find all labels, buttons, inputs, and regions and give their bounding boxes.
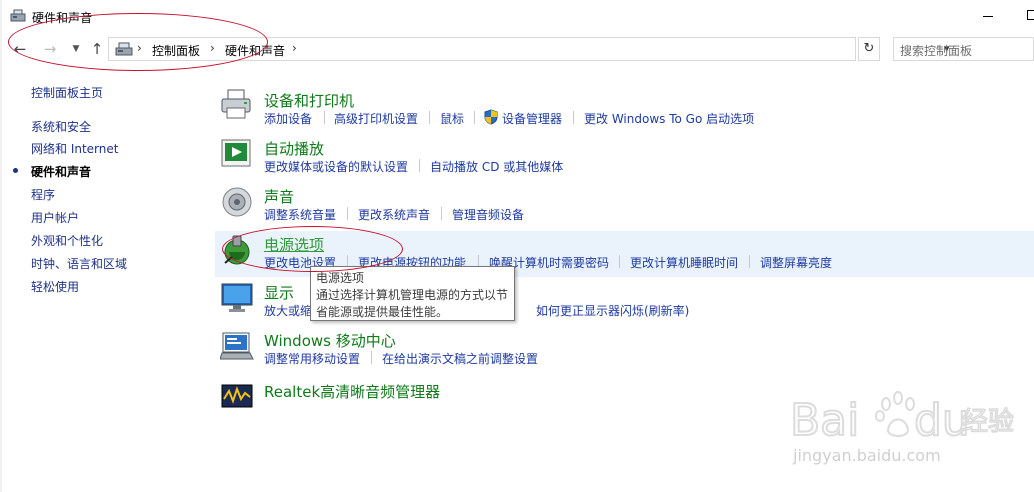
breadcrumb-control-panel[interactable]: 控制面板 [152,42,200,59]
realtek-icon [221,384,253,408]
back-arrow-icon[interactable]: ← [10,38,30,60]
chevron-right-icon[interactable]: › [137,41,142,55]
link-separator [371,351,372,364]
category-title-power-options[interactable]: 电源选项 [264,234,324,255]
sidebar-item-network[interactable]: 网络和 Internet [31,140,118,157]
link-separator [429,111,430,124]
sidebar-item-hardware-sound[interactable]: 硬件和声音 [31,163,91,180]
sidebar-item-home[interactable]: 控制面板主页 [31,84,103,101]
address-bar[interactable]: › 控制面板 › 硬件和声音 › ▾ [108,37,950,61]
tooltip-body-line1: 通过选择计算机管理电源的方式以节 [316,288,509,302]
watermark-url: jingyan.baidu.com [793,446,941,465]
up-arrow-icon[interactable]: ↑ [87,38,107,60]
forward-arrow-icon[interactable]: → [40,38,60,60]
link-change-sleep-time[interactable]: 更改计算机睡眠时间 [630,254,738,271]
mobility-center-icon [220,332,254,360]
link-device-manager[interactable]: 设备管理器 [502,110,562,127]
sidebar-item-programs[interactable]: 程序 [31,186,55,203]
tooltip-title: 电源选项 [316,271,365,285]
svg-text:经验: 经验 [962,407,1014,437]
minimize-button[interactable] [983,16,993,17]
monitor-icon [221,283,253,312]
uac-shield-icon [484,109,498,125]
link-fix-monitor-flicker[interactable]: 如何更正显示器闪烁(刷新率) [536,302,689,319]
link-separator [619,255,620,268]
link-presentation-settings[interactable]: 在给出演示文稿之前调整设置 [382,350,538,367]
chevron-right-icon[interactable]: › [210,41,215,55]
window-title: 硬件和声音 [32,11,93,25]
link-mobility-settings[interactable]: 调整常用移动设置 [264,350,360,367]
refresh-icon[interactable]: ↻ [858,37,880,61]
link-separator [324,111,325,124]
link-separator [573,111,574,124]
sidebar-item-appearance[interactable]: 外观和个性化 [31,232,103,249]
control-panel-icon [10,9,26,22]
chevron-right-icon[interactable]: › [292,41,297,55]
recent-locations-chevron-icon[interactable]: ▼ [66,38,86,60]
sidebar-item-system-security[interactable]: 系统和安全 [31,118,91,135]
sidebar-item-user-accounts[interactable]: 用户帐户 [31,209,79,226]
link-separator [419,159,420,172]
link-manage-audio-devices[interactable]: 管理音频设备 [452,206,524,223]
svg-text:Bai: Bai [790,395,859,446]
window-left-edge [0,0,2,492]
navigation-bar: ← → ▼ ↑ › 控制面板 › 硬件和声音 › ▾ ↻ 搜索控制面板 [0,36,1034,62]
sidebar-item-clock-region[interactable]: 时钟、语言和区域 [31,255,127,272]
link-separator [347,207,348,220]
tooltip-body-line2: 省能源或提供最佳性能。 [316,305,449,319]
category-title-devices-printers[interactable]: 设备和打印机 [264,90,354,111]
link-change-media-defaults[interactable]: 更改媒体或设备的默认设置 [264,158,408,175]
link-separator [474,111,475,124]
link-windows-to-go[interactable]: 更改 Windows To Go 启动选项 [584,110,754,127]
link-zoom[interactable]: 放大或缩 [264,302,312,319]
autoplay-icon [221,139,251,167]
link-separator [749,255,750,268]
category-title-realtek[interactable]: Realtek高清晰音频管理器 [264,381,440,402]
link-separator [441,207,442,220]
category-title-display[interactable]: 显示 [264,282,294,303]
link-adjust-volume[interactable]: 调整系统音量 [264,206,336,223]
link-add-device[interactable]: 添加设备 [264,110,312,127]
printer-icon [221,89,251,119]
sidebar-item-ease-of-access[interactable]: 轻松使用 [31,278,79,295]
link-change-system-sounds[interactable]: 更改系统声音 [358,206,430,223]
category-title-sound[interactable]: 声音 [264,186,294,207]
link-autoplay-cd[interactable]: 自动播放 CD 或其他媒体 [430,158,563,175]
link-mouse[interactable]: 鼠标 [440,110,464,127]
power-options-tooltip: 电源选项 通过选择计算机管理电源的方式以节 省能源或提供最佳性能。 [310,266,515,321]
active-bullet-icon [13,168,18,173]
maximize-button[interactable] [1027,10,1034,20]
category-title-mobility-center[interactable]: Windows 移动中心 [264,330,396,351]
power-icon [224,235,250,265]
control-panel-icon [115,42,133,56]
category-title-autoplay[interactable]: 自动播放 [264,138,324,159]
title-bar: 硬件和声音 [0,0,1034,32]
speaker-icon [222,187,252,217]
link-advanced-printer-setup[interactable]: 高级打印机设置 [334,110,418,127]
breadcrumb-hardware-sound[interactable]: 硬件和声音 [225,42,285,59]
link-adjust-brightness[interactable]: 调整屏幕亮度 [760,254,832,271]
search-input[interactable]: 搜索控制面板 [893,37,1034,61]
